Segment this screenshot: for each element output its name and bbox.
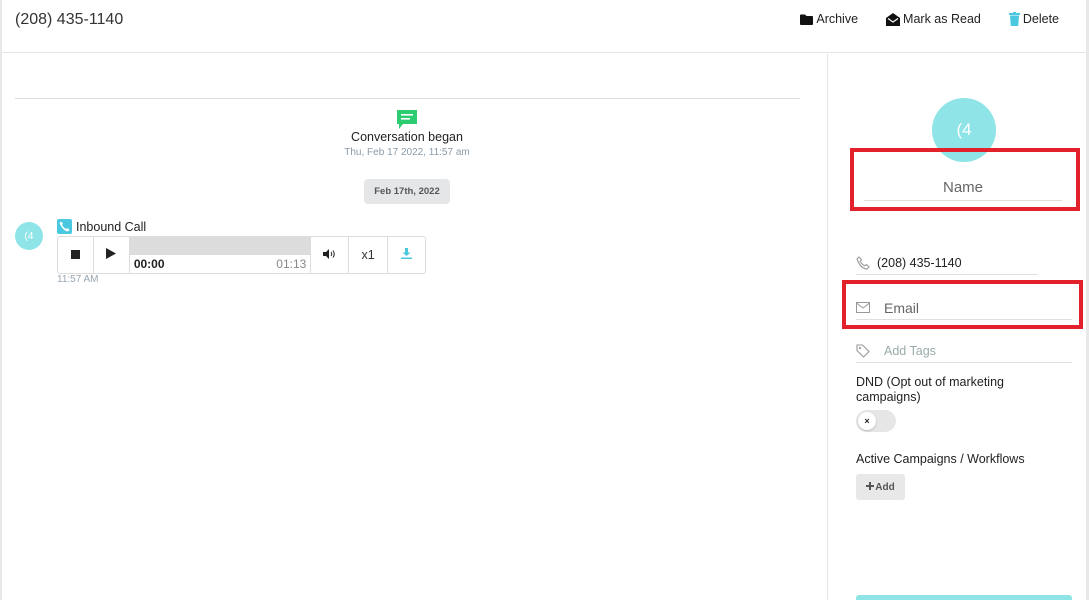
tags-input[interactable] xyxy=(884,343,1064,358)
phone-field[interactable] xyxy=(877,255,1038,270)
dnd-label: DND (Opt out of marketing campaigns) xyxy=(856,375,1004,404)
email-field[interactable] xyxy=(884,299,1064,316)
envelope-icon xyxy=(856,302,884,313)
audio-progress[interactable]: 00:00 01:13 xyxy=(129,237,312,273)
stop-button[interactable] xyxy=(58,237,94,273)
archive-label: Archive xyxy=(816,12,859,26)
play-button[interactable] xyxy=(94,237,130,273)
phone-field-row xyxy=(856,251,1038,275)
toggle-knob: × xyxy=(858,412,876,430)
tag-icon xyxy=(856,343,884,358)
stop-icon xyxy=(70,246,80,264)
delete-label: Delete xyxy=(1022,12,1059,26)
volume-button[interactable] xyxy=(311,237,350,273)
delete-button[interactable]: Delete xyxy=(1008,12,1059,26)
archive-button[interactable]: Archive xyxy=(800,12,858,26)
trash-icon xyxy=(1008,12,1020,26)
action-bar: Archive Mark as Read Delete xyxy=(800,12,1059,26)
progress-track[interactable] xyxy=(129,237,311,255)
play-icon xyxy=(106,246,117,264)
top-bar: (208) 435-1140 Archive Mark as Read Dele… xyxy=(0,0,1089,53)
name-field[interactable] xyxy=(864,174,1062,201)
volume-icon xyxy=(323,246,336,264)
call-title: Inbound Call xyxy=(76,219,147,234)
add-label: Add xyxy=(875,481,895,493)
avatar: (4 xyxy=(15,222,43,250)
add-campaign-button[interactable]: Add xyxy=(856,474,905,500)
duration: 01:13 xyxy=(276,257,307,271)
save-button[interactable] xyxy=(856,595,1072,600)
page-title: (208) 435-1140 xyxy=(15,11,124,28)
conversation-began-label: Conversation began xyxy=(351,130,463,144)
conversation-began-time: Thu, Feb 17 2022, 11:57 am xyxy=(344,147,470,158)
message-time: 11:57 AM xyxy=(57,274,99,285)
email-field-row xyxy=(856,296,1072,320)
mark-as-read-label: Mark as Read xyxy=(903,12,981,26)
dnd-toggle[interactable]: × xyxy=(856,410,896,432)
phone-icon xyxy=(57,219,72,234)
conversation-panel: Conversation began Thu, Feb 17 2022, 11:… xyxy=(2,54,827,600)
phone-icon xyxy=(856,255,877,270)
folder-icon xyxy=(800,14,814,25)
plus-icon xyxy=(866,481,875,493)
playback-speed-button[interactable]: x1 xyxy=(349,237,389,273)
contact-sidebar: (4 DND (Opt out of marketing campaigns) … xyxy=(827,54,1086,600)
audio-player: 00:00 01:13 x1 xyxy=(57,236,426,274)
mark-as-read-button[interactable]: Mark as Read xyxy=(886,12,981,26)
campaigns-label: Active Campaigns / Workflows xyxy=(856,452,1025,466)
download-button[interactable] xyxy=(388,237,425,273)
download-icon xyxy=(401,246,413,264)
date-separator: Feb 17th, 2022 xyxy=(364,179,450,204)
envelope-open-icon xyxy=(886,12,901,26)
current-time: 00:00 xyxy=(133,257,165,271)
divider xyxy=(15,98,800,99)
tags-field-row xyxy=(856,339,1072,363)
call-header: Inbound Call xyxy=(57,219,146,234)
